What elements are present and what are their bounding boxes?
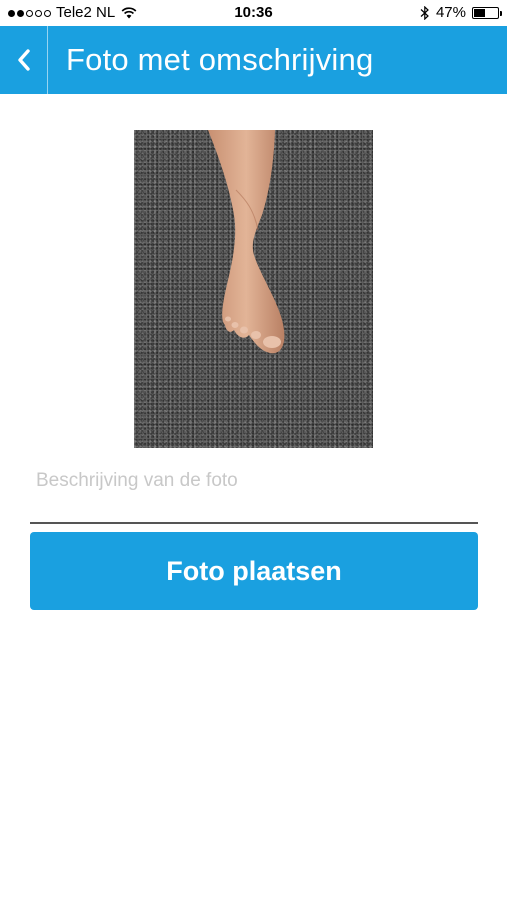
description-input[interactable] (30, 456, 478, 524)
battery-percent: 47% (435, 4, 466, 21)
foot-illustration (208, 130, 285, 354)
battery-icon (472, 7, 502, 19)
status-bar: Tele2 NL 10:36 47% (0, 0, 507, 26)
chevron-left-icon (17, 49, 30, 71)
battery-fill (474, 9, 485, 17)
page-title: Foto met omschrijving (66, 42, 374, 77)
bluetooth-icon (420, 6, 429, 20)
nav-bar: Foto met omschrijving (0, 26, 507, 94)
post-photo-button[interactable]: Foto plaatsen (30, 532, 478, 610)
back-button[interactable] (0, 26, 48, 94)
screen: Tele2 NL 10:36 47% Foto met omschrijving… (0, 0, 507, 900)
photo-preview (134, 130, 373, 448)
status-right: 47% (420, 0, 502, 26)
